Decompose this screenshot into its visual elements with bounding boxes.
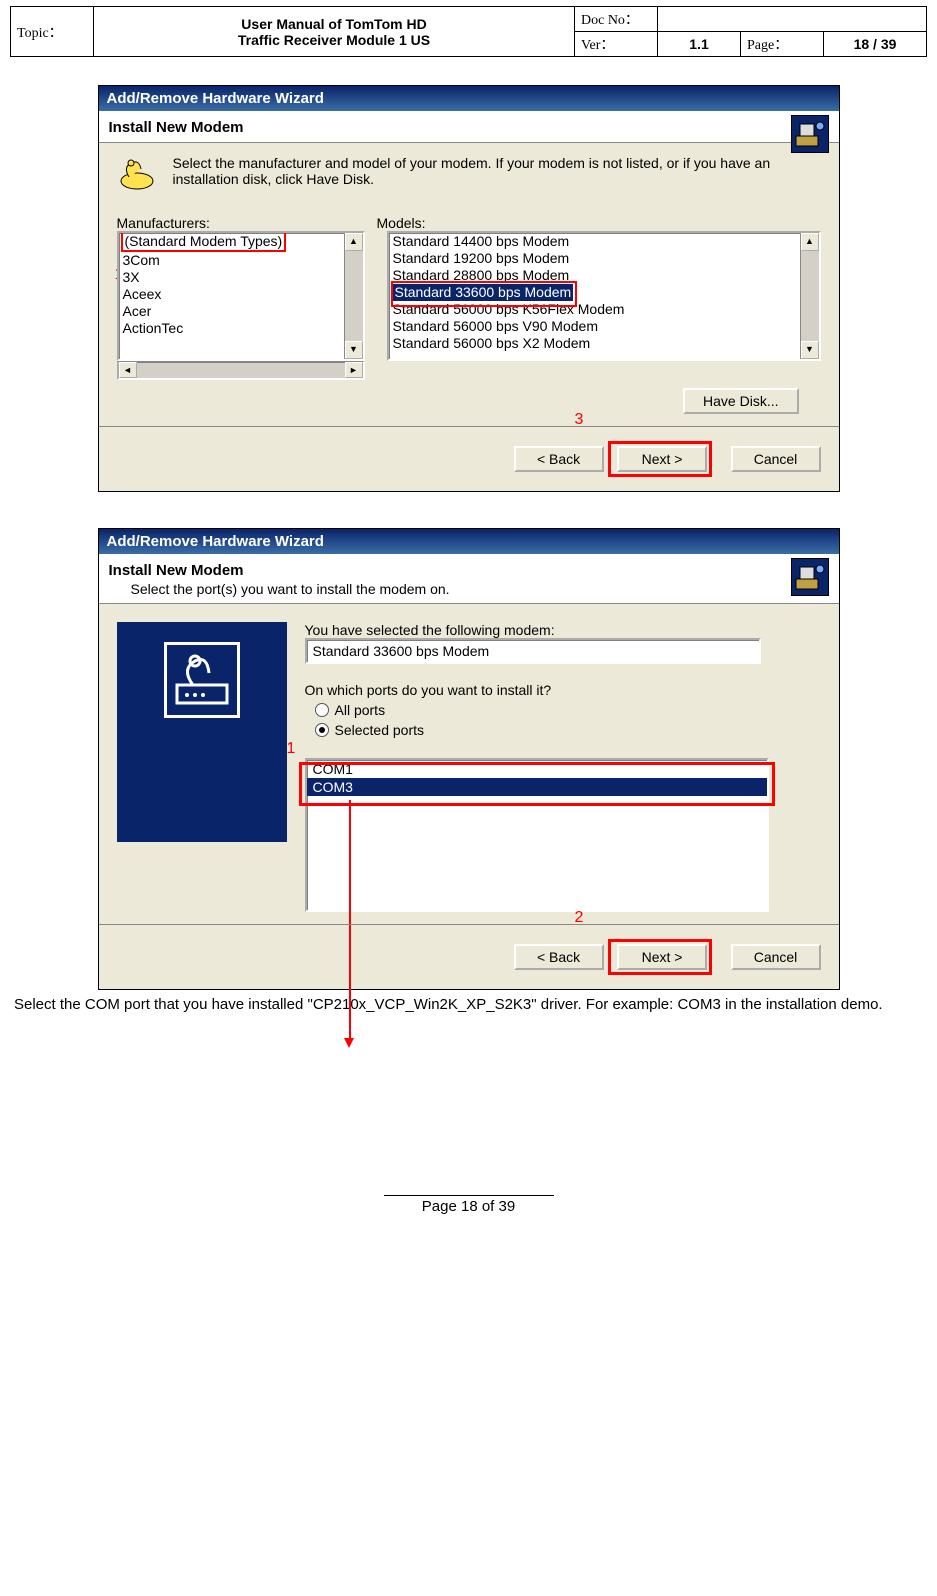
cancel-button[interactable]: Cancel xyxy=(731,446,821,472)
back-button[interactable]: < Back xyxy=(514,446,604,472)
wizard2-window: Add/Remove Hardware Wizard Install New M… xyxy=(98,528,840,990)
mfg-item[interactable]: 3Com xyxy=(119,252,344,269)
models-label: Models: xyxy=(377,215,821,231)
ports-question: On which ports do you want to install it… xyxy=(305,682,821,698)
wizard1-heading: Install New Modem xyxy=(109,119,829,136)
page-footer: Page 18 of 39 xyxy=(10,1195,927,1215)
callout-1b: 1 xyxy=(287,740,296,757)
modem-icon xyxy=(117,155,161,191)
ver-value: 1.1 xyxy=(658,32,741,57)
wizard2-button-row: 2 < Back Next > Cancel xyxy=(99,924,839,989)
selected-modem-field: Standard 33600 bps Modem xyxy=(305,638,761,664)
cancel-button[interactable]: Cancel xyxy=(731,944,821,970)
scroll-down-icon[interactable]: ▼ xyxy=(801,341,819,359)
scroll-up-icon[interactable]: ▲ xyxy=(801,233,819,251)
manufacturers-listbox[interactable]: (Standard Modem Types) 3Com 3X Aceex Ace… xyxy=(117,231,365,361)
model-item[interactable]: Standard 14400 bps Modem xyxy=(389,233,800,250)
scrollbar-vertical[interactable]: ▲ ▼ xyxy=(800,233,819,359)
callout-arrow xyxy=(349,800,351,1040)
ver-label: Ver： xyxy=(575,32,658,57)
scroll-left-icon[interactable]: ◄ xyxy=(119,362,137,378)
scroll-right-icon[interactable]: ► xyxy=(345,362,363,378)
instruction-text: Select the COM port that you have instal… xyxy=(14,996,923,1015)
wizard2-body: You have selected the following modem: S… xyxy=(99,604,839,924)
have-disk-button[interactable]: Have Disk... xyxy=(683,388,798,414)
wizard2-header-panel: Install New Modem Select the port(s) you… xyxy=(99,554,839,604)
highlight-box-2b: Next > xyxy=(608,939,712,975)
port-item[interactable]: COM3 xyxy=(307,778,767,796)
docno-value xyxy=(658,7,927,32)
model-item[interactable]: Standard 19200 bps Modem xyxy=(389,250,800,267)
radio-icon xyxy=(315,703,329,717)
mfg-item[interactable]: Acer xyxy=(119,303,344,320)
mfg-item[interactable]: 3X xyxy=(119,269,344,286)
callout-arrow-head xyxy=(344,1038,354,1048)
wizard1-body: Select the manufacturer and model of you… xyxy=(99,143,839,426)
doc-header: Topic： User Manual of TomTom HD Traffic … xyxy=(10,6,927,57)
callout-2b: 2 xyxy=(575,909,584,927)
model-item[interactable]: Standard 28800 bps Modem xyxy=(389,267,800,284)
radio-selected-ports-label: Selected ports xyxy=(335,722,425,738)
topic-label: Topic： xyxy=(11,7,94,57)
hardware-icon xyxy=(791,558,829,596)
wizard1-instruction: Select the manufacturer and model of you… xyxy=(173,155,821,191)
back-button[interactable]: < Back xyxy=(514,944,604,970)
wizard2-side-image xyxy=(117,622,287,842)
models-listbox[interactable]: Standard 14400 bps Modem Standard 19200 … xyxy=(387,231,821,361)
next-button[interactable]: Next > xyxy=(617,944,707,970)
callout-3a: 3 xyxy=(575,411,584,429)
manufacturers-label: Manufacturers: xyxy=(117,215,377,231)
doc-title: User Manual of TomTom HD Traffic Receive… xyxy=(94,7,575,57)
ports-listbox[interactable]: COM1 COM3 xyxy=(305,758,769,912)
docno-label: Doc No： xyxy=(575,7,658,32)
wizard1-button-row: 3 < Back Next > Cancel xyxy=(99,426,839,491)
next-button[interactable]: Next > xyxy=(617,446,707,472)
wizard2-heading: Install New Modem xyxy=(109,562,829,579)
scrollbar-vertical[interactable]: ▲ ▼ xyxy=(344,233,363,359)
scroll-down-icon[interactable]: ▼ xyxy=(345,341,363,359)
model-item[interactable]: Standard 56000 bps X2 Modem xyxy=(389,335,800,352)
model-item[interactable]: Standard 56000 bps K56Flex Modem xyxy=(389,301,800,318)
radio-selected-ports[interactable]: Selected ports xyxy=(315,722,821,738)
model-item[interactable]: Standard 56000 bps V90 Modem xyxy=(389,318,800,335)
wizard1-header-panel: Install New Modem xyxy=(99,111,839,143)
wizard1-titlebar: Add/Remove Hardware Wizard xyxy=(99,86,839,111)
scroll-up-icon[interactable]: ▲ xyxy=(345,233,363,251)
port-item[interactable]: COM1 xyxy=(307,760,767,778)
mfg-item[interactable]: Aceex xyxy=(119,286,344,303)
radio-all-ports[interactable]: All ports xyxy=(315,702,821,718)
wizard2-subheading: Select the port(s) you want to install t… xyxy=(109,581,829,597)
scrollbar-horizontal[interactable]: ◄ ► xyxy=(117,361,365,380)
radio-all-ports-label: All ports xyxy=(335,702,386,718)
page-label: Page： xyxy=(741,32,824,57)
radio-icon xyxy=(315,723,329,737)
highlight-box-3: Next > xyxy=(608,441,712,477)
page-value: 18 / 39 xyxy=(824,32,927,57)
mfg-item[interactable]: ActionTec xyxy=(119,320,344,337)
wizard1-window: 1 2 Add/Remove Hardware Wizard Install N… xyxy=(98,85,840,492)
mfg-item[interactable]: (Standard Modem Types) xyxy=(119,233,344,252)
model-item[interactable]: Standard 33600 bps Modem xyxy=(389,284,800,301)
selected-modem-label: You have selected the following modem: xyxy=(305,622,821,638)
wizard2-titlebar: Add/Remove Hardware Wizard xyxy=(99,529,839,554)
